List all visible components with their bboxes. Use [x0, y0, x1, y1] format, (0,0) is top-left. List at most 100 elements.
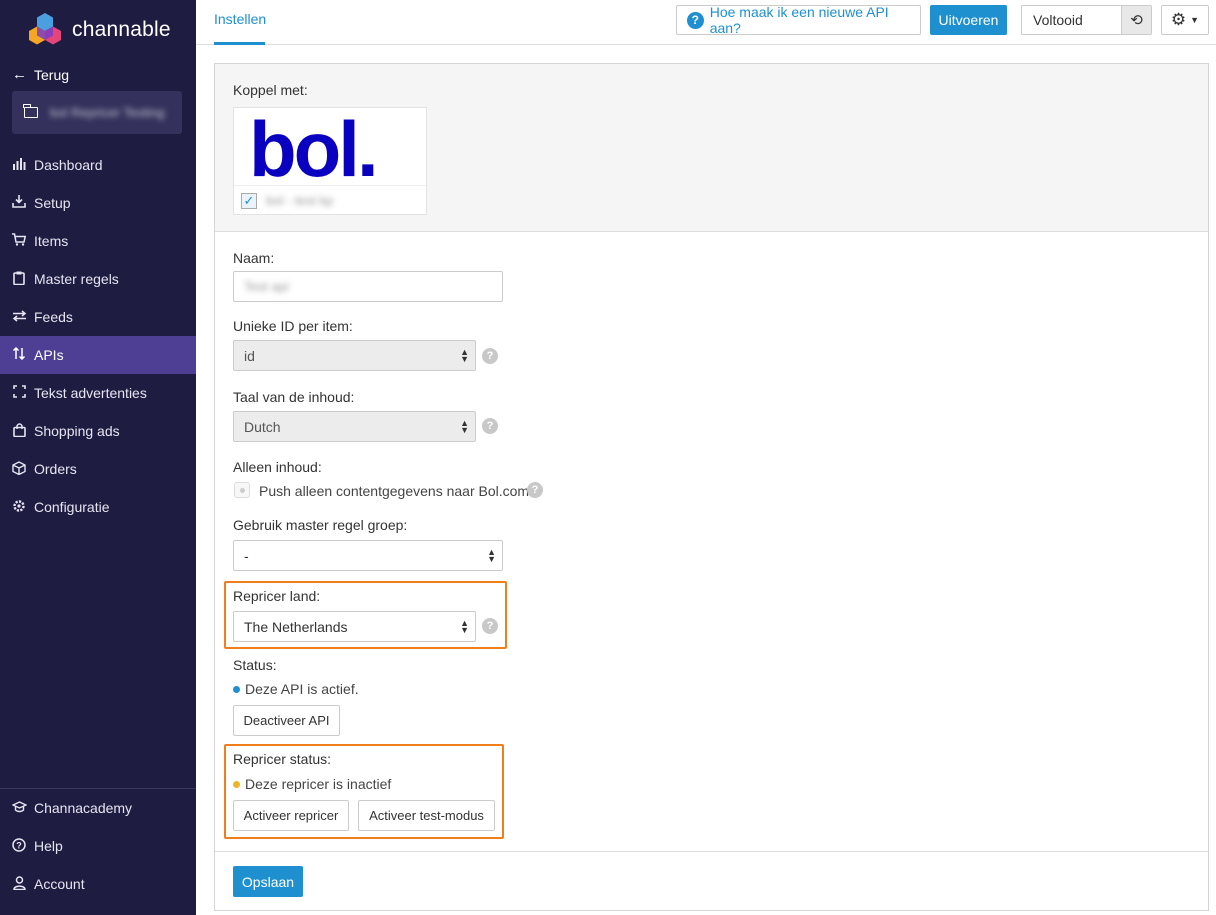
naam-value: Test api	[244, 279, 289, 294]
sidebar-item-orders[interactable]: Orders	[0, 450, 196, 488]
swap-arrows-icon	[11, 309, 27, 325]
alleen-inhoud-text: Push alleen contentgegevens naar Bol.com…	[259, 483, 533, 499]
back-link[interactable]: ← Terug	[12, 66, 69, 83]
api-settings-panel: Koppel met: bol. ✓ bol - test kp Naam: T…	[214, 63, 1209, 911]
topbar: Instellen ? Hoe maak ik een nieuwe API a…	[196, 0, 1216, 45]
cart-icon	[11, 233, 27, 249]
bol-account-name: bol - test kp	[266, 193, 334, 208]
shopping-bag-icon	[11, 422, 27, 440]
bol-account-checkbox[interactable]: ✓	[241, 192, 257, 209]
brand-name: channable	[72, 18, 171, 41]
download-tray-icon	[11, 195, 27, 211]
naam-label: Naam:	[233, 250, 275, 266]
folder-icon	[23, 104, 38, 118]
repricer-status-text: Deze repricer is inactief	[245, 776, 392, 792]
gear-icon	[11, 499, 27, 516]
repricer-inactive-dot	[233, 781, 240, 788]
svg-text:?: ?	[16, 840, 22, 850]
connect-section: Koppel met: bol. ✓ bol - test kp	[215, 64, 1208, 232]
channable-logo[interactable]: channable	[26, 11, 171, 49]
master-label: Gebruik master regel groep:	[233, 517, 408, 533]
sidebar-item-feeds[interactable]: Feeds	[0, 298, 196, 336]
back-label: Terug	[34, 66, 70, 83]
sidebar-item-label: Tekst advertenties	[34, 385, 147, 401]
naam-input[interactable]: Test api	[233, 271, 503, 302]
taal-value: Dutch	[244, 418, 281, 435]
help-icon[interactable]: ?	[482, 348, 498, 364]
question-circle-icon: ?	[11, 837, 27, 855]
sidebar-nav: Dashboard Setup Items Master regels Feed…	[0, 146, 196, 526]
sidebar-item-label: Orders	[34, 461, 77, 477]
help-icon[interactable]: ?	[482, 618, 498, 634]
settings-dropdown-button[interactable]: ⚙ ▼	[1161, 5, 1209, 35]
help-icon[interactable]: ?	[527, 482, 543, 498]
channable-logo-icon	[29, 13, 61, 45]
sidebar-item-setup[interactable]: Setup	[0, 184, 196, 222]
save-button[interactable]: Opslaan	[233, 866, 303, 897]
repricer-land-label: Repricer land:	[233, 588, 321, 604]
bol-connection-card[interactable]: bol. ✓ bol - test kp	[233, 107, 427, 215]
sidebar-item-label: Channacademy	[34, 800, 133, 816]
repricer-land-select[interactable]: The Netherlands ▲ ▼	[233, 611, 476, 642]
repricer-land-value: The Netherlands	[244, 618, 348, 635]
koppel-label: Koppel met:	[233, 82, 308, 98]
sidebar-item-label: Items	[34, 233, 69, 249]
frame-icon	[11, 385, 27, 401]
sidebar-item-master-regels[interactable]: Master regels	[0, 260, 196, 298]
status-text: Deze API is actief.	[245, 681, 359, 697]
taal-select[interactable]: Dutch ▲ ▼	[233, 411, 476, 442]
help-button-label: Hoe maak ik een nieuwe API aan?	[709, 4, 889, 36]
sidebar-item-channacademy[interactable]: Channacademy	[0, 789, 196, 827]
help-create-api-button[interactable]: ? Hoe maak ik een nieuwe API aan?	[676, 4, 921, 36]
sidebar-item-label: APIs	[34, 347, 64, 363]
sidebar-item-label: Setup	[34, 195, 71, 211]
select-arrows-icon: ▲ ▼	[460, 347, 469, 364]
sidebar-item-apis[interactable]: APIs	[0, 336, 196, 374]
updown-arrows-icon	[11, 346, 27, 363]
deactivate-api-button[interactable]: Deactiveer API	[233, 705, 340, 736]
sidebar-item-account[interactable]: Account	[0, 865, 196, 903]
footer-divider	[215, 851, 1208, 852]
master-value: -	[244, 547, 249, 564]
clipboard-icon	[11, 271, 27, 288]
sidebar-item-tekst-advertenties[interactable]: Tekst advertenties	[0, 374, 196, 412]
sidebar-item-label: Account	[34, 876, 85, 892]
project-selector[interactable]: bol Repricer Testing	[12, 91, 182, 134]
gear-icon: ⚙	[1170, 10, 1187, 29]
question-circle-icon: ?	[687, 11, 704, 29]
arrow-left-icon: ←	[12, 66, 27, 83]
sidebar-item-shopping-ads[interactable]: Shopping ads	[0, 412, 196, 450]
refresh-button[interactable]: ⟲	[1121, 5, 1152, 35]
alleen-inhoud-checkbox[interactable]	[234, 482, 250, 498]
sidebar-item-dashboard[interactable]: Dashboard	[0, 146, 196, 184]
sidebar-item-items[interactable]: Items	[0, 222, 196, 260]
user-icon	[11, 875, 27, 893]
sidebar-item-label: Dashboard	[34, 157, 103, 173]
sidebar-item-configuratie[interactable]: Configuratie	[0, 488, 196, 526]
select-arrows-icon: ▲ ▼	[460, 418, 469, 435]
sidebar-item-label: Help	[34, 838, 63, 854]
unique-id-select[interactable]: id ▲ ▼	[233, 340, 476, 371]
project-name: bol Repricer Testing	[50, 105, 165, 120]
sidebar: channable ← Terug bol Repricer Testing D…	[0, 0, 196, 915]
select-arrows-icon: ▲ ▼	[460, 618, 469, 635]
repricer-status-label: Repricer status:	[233, 751, 332, 767]
sidebar-item-label: Feeds	[34, 309, 73, 325]
master-select[interactable]: - ▲ ▼	[233, 540, 503, 571]
activate-test-mode-button[interactable]: Activeer test-modus	[358, 800, 495, 831]
tab-instellen[interactable]: Instellen	[214, 11, 266, 27]
caret-down-icon: ▼	[1190, 15, 1200, 25]
refresh-icon: ⟲	[1130, 12, 1143, 29]
sidebar-item-help[interactable]: ? Help	[0, 827, 196, 865]
sidebar-item-label: Configuratie	[34, 499, 110, 515]
activate-repricer-button[interactable]: Activeer repricer	[233, 800, 349, 831]
graduation-cap-icon	[10, 800, 28, 816]
help-icon[interactable]: ?	[482, 418, 498, 434]
select-arrows-icon: ▲ ▼	[487, 547, 496, 564]
bol-account-row[interactable]: ✓ bol - test kp	[234, 185, 426, 215]
alleen-label: Alleen inhoud:	[233, 459, 322, 475]
box-icon	[11, 460, 27, 478]
run-status-field: Voltooid	[1021, 5, 1122, 35]
run-button[interactable]: Uitvoeren	[930, 5, 1007, 35]
unique-id-value: id	[244, 347, 255, 364]
